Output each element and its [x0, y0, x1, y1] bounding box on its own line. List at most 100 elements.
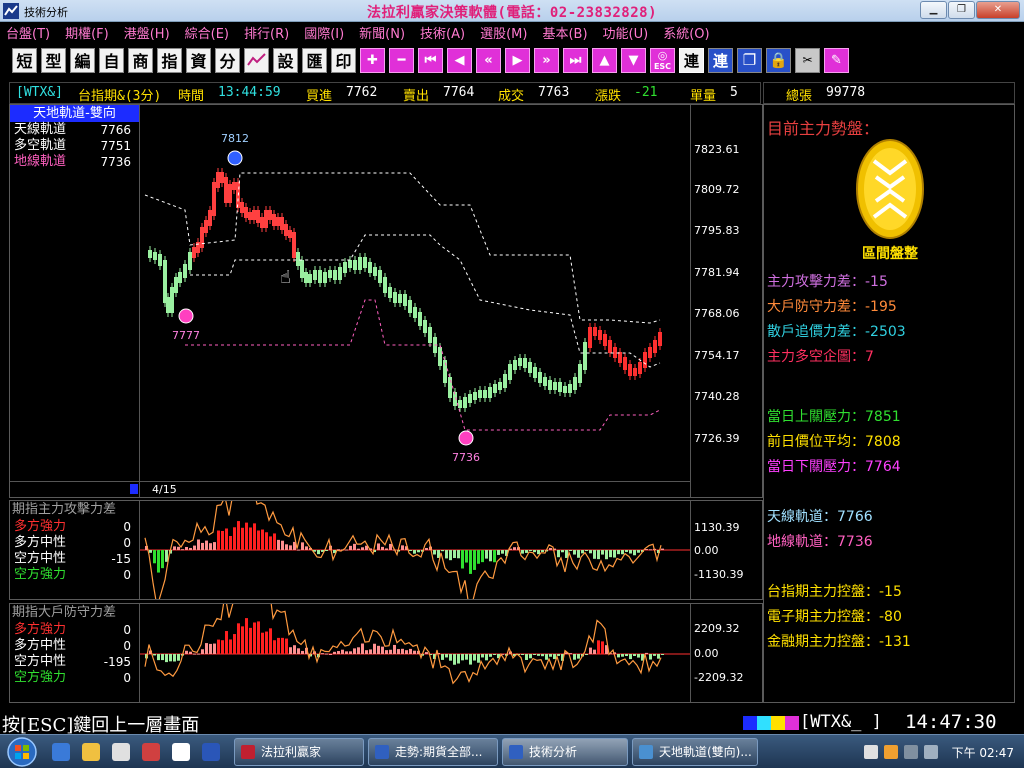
- quicklaunch-ie-icon[interactable]: [52, 743, 70, 761]
- force-bar: [269, 536, 272, 550]
- link-button[interactable]: 連: [679, 47, 704, 73]
- task-orbit[interactable]: 天地軌道(雙向)...: [632, 738, 758, 766]
- quicklaunch-folder-icon[interactable]: [82, 743, 100, 761]
- force-bar: [493, 550, 496, 563]
- start-button-icon[interactable]: [4, 736, 40, 768]
- lock-icon[interactable]: 🔒: [766, 47, 791, 73]
- menu-item-system[interactable]: 系統(O): [663, 23, 709, 42]
- keyboard-tray-icon[interactable]: [863, 745, 878, 759]
- orbit-window-icon: [639, 745, 653, 759]
- tray-clock[interactable]: 下午 02:47: [952, 744, 1014, 761]
- force-bar: [301, 542, 304, 550]
- force-bar: [617, 550, 620, 555]
- candle-body: [498, 382, 502, 390]
- quicklaunch-office-icon[interactable]: [142, 743, 160, 761]
- force-bar: [445, 550, 448, 559]
- type-button[interactable]: 型: [41, 47, 66, 73]
- summary-line: 前日價位平均：7808: [767, 431, 901, 451]
- menu-item-composite[interactable]: 綜合(E): [185, 23, 229, 42]
- price-chart[interactable]: 7812 7777 7736 ☝: [10, 105, 763, 498]
- product-button[interactable]: 商: [128, 47, 153, 73]
- candle-body: [503, 374, 507, 388]
- last-icon[interactable]: ⏭: [563, 47, 588, 73]
- task-ferrari[interactable]: 法拉利贏家: [234, 738, 364, 766]
- menu-item-tai[interactable]: 台盤(T): [6, 23, 50, 42]
- force-bar: [165, 654, 168, 663]
- first-icon[interactable]: ⏮: [418, 47, 443, 73]
- window-icon[interactable]: ❐: [737, 47, 762, 73]
- force-bar: [393, 644, 396, 654]
- title-bar: 技術分析 法拉利贏家決策軟體(電話：02-23832828) ▁ ❐ ✕: [0, 0, 1024, 22]
- attack-histogram[interactable]: [10, 501, 763, 600]
- force-bar: [597, 640, 600, 654]
- task-technical[interactable]: 技術分析: [502, 738, 628, 766]
- menu-item-technical[interactable]: 技術(A): [420, 23, 465, 42]
- menu-item-ranking[interactable]: 排行(R): [244, 23, 289, 42]
- menu-item-international[interactable]: 國際(I): [304, 23, 344, 42]
- candle-body: [393, 292, 397, 303]
- force-bar: [341, 649, 344, 654]
- price-tick-label: 7823.61: [694, 143, 740, 156]
- scroll-thumb[interactable]: [130, 484, 138, 494]
- up-icon[interactable]: ▲: [592, 47, 617, 73]
- data-button[interactable]: 資: [186, 47, 211, 73]
- link-button-2[interactable]: 連: [708, 47, 733, 73]
- close-button[interactable]: ✕: [976, 1, 1020, 19]
- menu-item-function[interactable]: 功能(U): [603, 23, 649, 42]
- force-bar: [513, 547, 516, 550]
- marker-label: 7812: [221, 132, 249, 145]
- summary-label: 當日上關壓力：: [767, 409, 865, 425]
- network-tray-icon[interactable]: [903, 745, 918, 759]
- volume-tray-icon[interactable]: [923, 745, 938, 759]
- tools-icon[interactable]: ✂: [795, 47, 820, 73]
- candle-body: [643, 352, 647, 368]
- force-bar: [297, 648, 300, 654]
- force-bar: [209, 543, 212, 550]
- print-button[interactable]: 印: [331, 47, 356, 73]
- candle-body: [558, 382, 562, 392]
- menu-item-hk[interactable]: 港盤(H): [124, 23, 170, 42]
- summary-value: -15: [865, 274, 888, 290]
- minute-button[interactable]: 分: [215, 47, 240, 73]
- candle-body: [493, 384, 497, 393]
- quicklaunch-app-icon[interactable]: [172, 743, 190, 761]
- scroll-track[interactable]: [10, 481, 139, 495]
- edit-button[interactable]: 編: [70, 47, 95, 73]
- edit-icon[interactable]: ✎: [824, 47, 849, 73]
- quicklaunch-word-icon[interactable]: [202, 743, 220, 761]
- esc-button[interactable]: ◎ ESC: [650, 47, 675, 73]
- short-button[interactable]: 短: [12, 47, 37, 73]
- down-icon[interactable]: ▼: [621, 47, 646, 73]
- force-bar: [581, 550, 584, 554]
- export-button[interactable]: 匯: [302, 47, 327, 73]
- right-icon[interactable]: ▶: [505, 47, 530, 73]
- defense-histogram[interactable]: [10, 604, 763, 703]
- price-tick-label: 7754.17: [694, 349, 740, 362]
- change-value: -21: [634, 85, 658, 100]
- badge-label: 區間盤整: [862, 246, 918, 262]
- candle-body: [563, 386, 567, 393]
- candle-body: [543, 377, 547, 386]
- quicklaunch-media-icon[interactable]: [112, 743, 130, 761]
- rewind-icon[interactable]: «: [476, 47, 501, 73]
- force-bar: [325, 653, 328, 655]
- chart-icon[interactable]: [244, 47, 269, 73]
- settings-button[interactable]: 設: [273, 47, 298, 73]
- force-bar: [181, 549, 184, 551]
- menu-item-stock-select[interactable]: 選股(M): [480, 23, 527, 42]
- fast-forward-icon[interactable]: »: [534, 47, 559, 73]
- minus-icon[interactable]: ━: [389, 47, 414, 73]
- menu-item-futures[interactable]: 期權(F): [65, 23, 109, 42]
- plus-icon[interactable]: ✚: [360, 47, 385, 73]
- left-icon[interactable]: ◀: [447, 47, 472, 73]
- force-bar: [637, 550, 640, 553]
- minimize-button[interactable]: ▁: [920, 1, 947, 19]
- restore-button[interactable]: ❐: [948, 1, 975, 19]
- menu-item-basic[interactable]: 基本(B): [542, 23, 587, 42]
- menu-item-news[interactable]: 新聞(N): [359, 23, 405, 42]
- self-button[interactable]: 自: [99, 47, 124, 73]
- task-trend[interactable]: 走勢:期貨全部...: [368, 738, 498, 766]
- flag-tray-icon[interactable]: [883, 745, 898, 759]
- indicator-button[interactable]: 指: [157, 47, 182, 73]
- quote-symbol: [WTX&]: [16, 85, 63, 100]
